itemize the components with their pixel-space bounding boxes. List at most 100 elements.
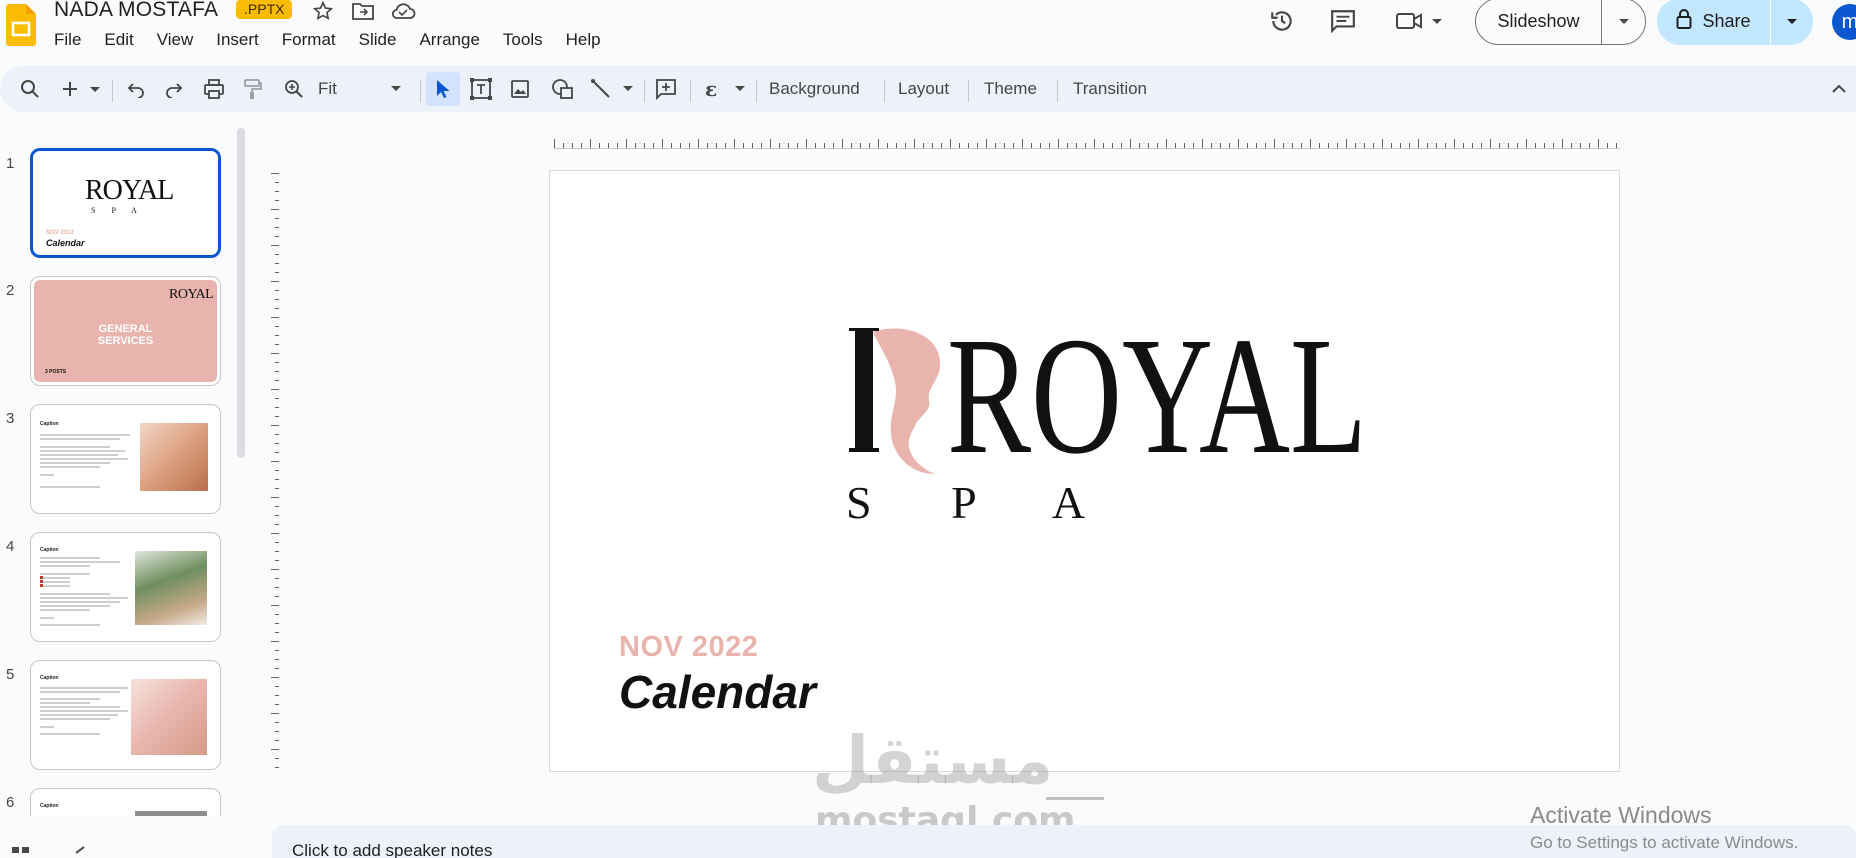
menu-edit[interactable]: Edit bbox=[104, 28, 133, 52]
undo-icon[interactable] bbox=[122, 75, 150, 103]
slide-canvas[interactable]: ROYAL S P A NOV 2022 Calendar bbox=[549, 170, 1620, 772]
logo-subtitle: S P A bbox=[846, 477, 1120, 528]
thumb-photo bbox=[135, 551, 207, 625]
slide-title[interactable]: Calendar bbox=[619, 665, 816, 719]
add-comment-icon[interactable] bbox=[652, 75, 680, 103]
toolbar: Fit ε Background Layout Theme Transition bbox=[0, 66, 1856, 112]
version-history-icon[interactable] bbox=[1266, 6, 1298, 36]
new-slide-icon[interactable] bbox=[58, 75, 106, 103]
paint-format-icon[interactable] bbox=[238, 75, 266, 103]
chevron-down-icon[interactable] bbox=[1602, 0, 1645, 44]
chevron-down-icon[interactable] bbox=[1771, 0, 1813, 45]
filmstrip-scrollbar[interactable] bbox=[237, 128, 245, 458]
svg-text:ε: ε bbox=[705, 78, 717, 100]
thumb-heading: GENERAL SERVICES bbox=[97, 323, 154, 347]
slideshow-label[interactable]: Slideshow bbox=[1476, 0, 1602, 44]
collapse-toolbar-icon[interactable] bbox=[1826, 75, 1852, 103]
menu-view[interactable]: View bbox=[157, 28, 194, 52]
share-button[interactable]: Share bbox=[1657, 0, 1813, 45]
menu-bar: File Edit View Insert Format Slide Arran… bbox=[54, 28, 624, 52]
thumb-brand-sub: S P A bbox=[91, 206, 144, 215]
select-cursor-icon[interactable] bbox=[426, 72, 460, 106]
slides-app: NADA MOSTAFA .PPTX File Edit View Insert… bbox=[0, 0, 1856, 858]
insert-image-icon[interactable] bbox=[506, 75, 534, 103]
search-menus-icon[interactable] bbox=[16, 75, 44, 103]
menu-arrange[interactable]: Arrange bbox=[419, 28, 479, 52]
thumb-photo bbox=[135, 811, 207, 816]
slide-filmstrip: 1 ROYAL S P A NOV 2022 Calendar 2 ROYAL … bbox=[0, 128, 240, 816]
thumb-heading: Caption bbox=[40, 675, 59, 681]
horizontal-ruler[interactable] bbox=[554, 135, 1620, 149]
toolbar-divider bbox=[644, 80, 645, 102]
speaker-notes-placeholder[interactable]: Click to add speaker notes bbox=[292, 841, 492, 858]
slide-number: 6 bbox=[6, 794, 15, 811]
thumb-brand: ROYAL bbox=[169, 287, 214, 302]
background-button[interactable]: Background bbox=[769, 79, 860, 99]
thumb-brand: ROYAL bbox=[85, 175, 174, 206]
meet-icon[interactable] bbox=[1394, 6, 1446, 36]
menu-help[interactable]: Help bbox=[566, 28, 601, 52]
google-slides-logo[interactable] bbox=[6, 4, 36, 46]
vertical-ruler[interactable] bbox=[266, 173, 280, 773]
lock-icon bbox=[1676, 9, 1692, 34]
menu-format[interactable]: Format bbox=[282, 28, 336, 52]
thumb-footer: 3 POSTS bbox=[45, 369, 67, 375]
grid-view-icon[interactable] bbox=[12, 847, 29, 853]
slide-thumbnail-5[interactable]: Caption bbox=[30, 660, 221, 770]
activate-windows-title: Activate Windows bbox=[1530, 802, 1712, 828]
toolbar-divider bbox=[112, 80, 113, 102]
slideshow-button[interactable]: Slideshow bbox=[1475, 0, 1646, 45]
slide-number: 5 bbox=[6, 666, 15, 683]
slide-thumbnail-6[interactable]: Caption bbox=[30, 788, 221, 816]
slide-number: 2 bbox=[6, 282, 15, 299]
thumb-heading: Caption bbox=[40, 803, 59, 809]
thumb-date: NOV 2022 bbox=[46, 230, 75, 236]
redo-icon[interactable] bbox=[160, 75, 188, 103]
toolbar-divider bbox=[690, 80, 691, 102]
slide-number: 1 bbox=[6, 155, 15, 172]
menu-slide[interactable]: Slide bbox=[359, 28, 397, 52]
slide-date-label[interactable]: NOV 2022 bbox=[619, 631, 758, 664]
slide-thumbnail-2[interactable]: ROYAL GENERAL SERVICES 3 POSTS bbox=[30, 276, 221, 386]
royal-logo[interactable]: ROYAL bbox=[835, 326, 1375, 481]
special-characters-icon[interactable]: ε bbox=[700, 75, 750, 103]
thumb-photo bbox=[140, 423, 208, 491]
zoom-select[interactable]: Fit bbox=[318, 75, 402, 103]
slide-thumbnail-1[interactable]: ROYAL S P A NOV 2022 Calendar bbox=[30, 148, 221, 258]
star-icon[interactable] bbox=[310, 0, 336, 22]
zoom-icon[interactable] bbox=[280, 75, 308, 103]
menu-tools[interactable]: Tools bbox=[503, 28, 543, 52]
comments-icon[interactable] bbox=[1327, 6, 1359, 36]
toolbar-divider bbox=[420, 80, 421, 102]
thumb-photo bbox=[131, 679, 207, 755]
menu-file[interactable]: File bbox=[54, 28, 81, 52]
share-label: Share bbox=[1702, 11, 1751, 31]
file-type-badge: .PPTX bbox=[236, 0, 293, 19]
transition-button[interactable]: Transition bbox=[1073, 79, 1147, 99]
chevron-down-icon bbox=[391, 86, 401, 91]
print-icon[interactable] bbox=[200, 75, 228, 103]
shape-icon[interactable] bbox=[548, 75, 578, 103]
move-folder-icon[interactable] bbox=[350, 0, 376, 22]
cloud-saved-icon[interactable] bbox=[390, 0, 416, 22]
theme-button[interactable]: Theme bbox=[984, 79, 1037, 99]
thumb-text-lines bbox=[40, 687, 128, 735]
layout-button[interactable]: Layout bbox=[898, 79, 949, 99]
zoom-value: Fit bbox=[318, 79, 337, 98]
slide-thumbnail-3[interactable]: Caption bbox=[30, 404, 221, 514]
menu-insert[interactable]: Insert bbox=[216, 28, 259, 52]
chevron-left-icon[interactable] bbox=[75, 846, 85, 854]
line-icon[interactable] bbox=[588, 75, 636, 103]
avatar[interactable]: m bbox=[1832, 4, 1856, 40]
slide-number: 4 bbox=[6, 538, 15, 555]
share-main[interactable]: Share bbox=[1657, 0, 1771, 45]
toolbar-divider bbox=[756, 80, 757, 102]
text-box-icon[interactable] bbox=[466, 75, 496, 103]
document-title[interactable]: NADA MOSTAFA bbox=[54, 0, 218, 22]
thumb-text-lines bbox=[40, 557, 128, 626]
thumb-text-lines bbox=[40, 434, 130, 488]
toolbar-divider bbox=[1057, 80, 1058, 102]
slide-number: 3 bbox=[6, 410, 15, 427]
logo-word: ROYAL bbox=[947, 326, 1367, 481]
slide-thumbnail-4[interactable]: Caption bbox=[30, 532, 221, 642]
